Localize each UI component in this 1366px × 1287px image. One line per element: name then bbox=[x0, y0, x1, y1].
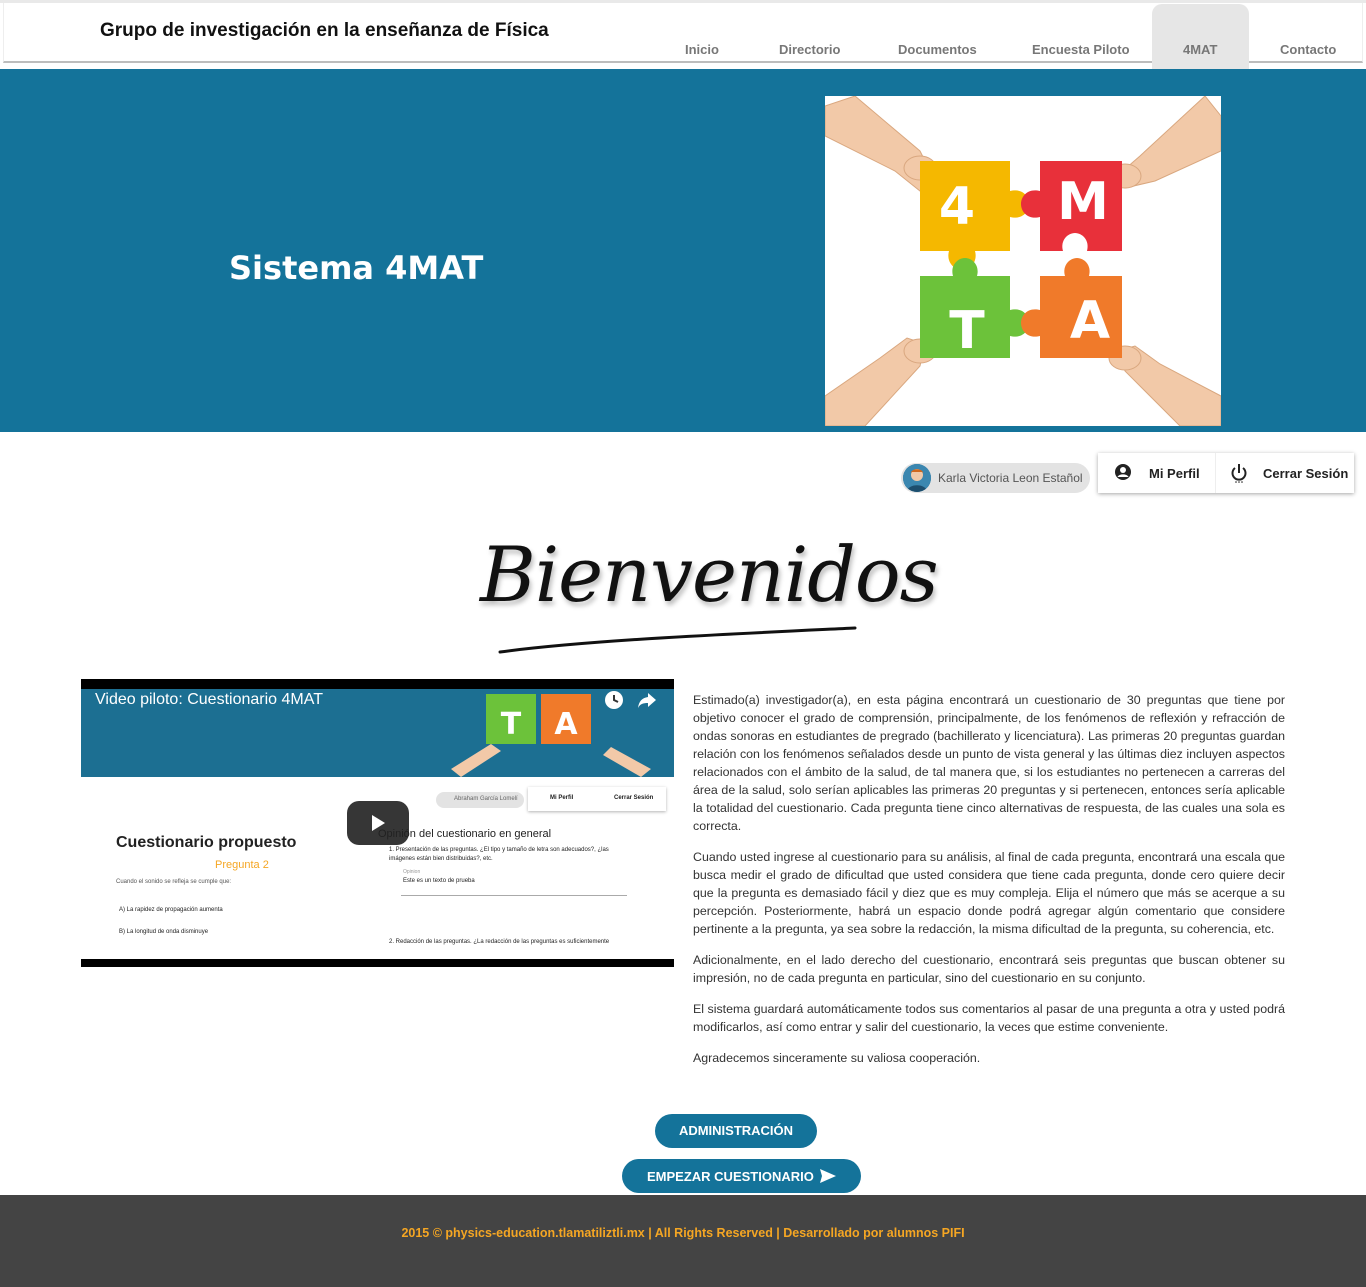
description-paragraph-5: Agradecemos sinceramente su valiosa coop… bbox=[693, 1051, 981, 1065]
nav-item-contacto[interactable]: Contacto bbox=[1280, 42, 1336, 57]
hero-title: Sistema 4MAT bbox=[229, 249, 484, 287]
admin-button[interactable]: ADMINISTRACIÓN bbox=[655, 1114, 817, 1148]
logout-label: Cerrar Sesión bbox=[1263, 466, 1349, 481]
welcome-banner: Bienvenidos bbox=[470, 530, 939, 660]
user-actions: Mi Perfil Cerrar Sesión bbox=[1098, 453, 1354, 493]
hero-banner: Sistema 4MAT 4 M T A bbox=[0, 69, 1366, 432]
watch-later-icon[interactable] bbox=[604, 690, 624, 710]
svg-text:T: T bbox=[501, 707, 522, 742]
power-icon bbox=[1231, 464, 1247, 483]
thumb-option-a: A) La rapidez de propagación aumenta bbox=[119, 907, 223, 913]
nav-item-directorio[interactable]: Directorio bbox=[779, 42, 840, 57]
avatar bbox=[903, 464, 931, 492]
thumb-option-b: B) La longitud de onda disminuye bbox=[119, 929, 209, 935]
puzzle-letter-a: A bbox=[1070, 291, 1110, 351]
thumb-prompt: Cuando el sonido se refleja se cumple qu… bbox=[116, 879, 232, 885]
user-chip[interactable]: Karla Victoria Leon Estañol bbox=[901, 463, 1090, 493]
account-icon bbox=[1115, 464, 1131, 480]
thumb-opinion-answer: Este es un texto de prueba bbox=[403, 878, 475, 884]
play-icon bbox=[372, 815, 385, 831]
nav-item-encuesta-piloto[interactable]: Encuesta Piloto bbox=[1032, 42, 1130, 57]
logout-button[interactable]: Cerrar Sesión bbox=[1215, 453, 1354, 493]
description-paragraph-3: Adicionalmente, en el lado derecho del c… bbox=[693, 953, 1285, 985]
thumb-user-chip: Abraham García Lomelí bbox=[436, 792, 524, 808]
svg-text:A: A bbox=[554, 707, 578, 742]
site-header: Grupo de investigación en la enseñanza d… bbox=[0, 0, 1366, 96]
thumb-opinion-hint: Opinion bbox=[403, 869, 421, 875]
puzzle-letter-m: M bbox=[1057, 172, 1109, 232]
start-questionnaire-button[interactable]: EMPEZAR CUESTIONARIO bbox=[622, 1159, 861, 1193]
description: Estimado(a) investigador(a), en esta pág… bbox=[693, 691, 1285, 1080]
thumb-opinion-q1: 1. Presentación de las preguntas. ¿El ti… bbox=[389, 847, 609, 862]
thumb-question: Pregunta 2 bbox=[215, 859, 269, 871]
profile-button[interactable]: Mi Perfil bbox=[1098, 453, 1215, 493]
description-paragraph-4: El sistema guardará automáticamente todo… bbox=[693, 1002, 1285, 1034]
video-player[interactable]: T A Abraham García Lomelí Mi Perfil Cerr… bbox=[81, 679, 674, 967]
site-footer: 2015 © physics-education.tlamatiliztli.m… bbox=[0, 1195, 1366, 1287]
thumb-profile: Mi Perfil bbox=[550, 795, 574, 801]
play-button[interactable] bbox=[347, 801, 409, 845]
profile-label: Mi Perfil bbox=[1149, 466, 1200, 481]
video-title[interactable]: Video piloto: Cuestionario 4MAT bbox=[95, 691, 323, 709]
puzzle-letter-4: 4 bbox=[939, 177, 975, 237]
welcome-swash bbox=[498, 626, 857, 654]
nav-item-documentos[interactable]: Documentos bbox=[898, 42, 977, 57]
puzzle-hands-image: 4 M T A bbox=[825, 96, 1221, 426]
nav-item-inicio[interactable]: Inicio bbox=[685, 42, 719, 57]
user-name: Karla Victoria Leon Estañol bbox=[938, 471, 1083, 485]
puzzle-letter-t: T bbox=[949, 301, 985, 361]
thumb-logout: Cerrar Sesión bbox=[614, 795, 654, 801]
thumb-user-name: Abraham García Lomelí bbox=[454, 796, 518, 802]
share-icon[interactable] bbox=[637, 690, 657, 710]
thumb-user-actions: Mi Perfil Cerrar Sesión bbox=[528, 787, 666, 811]
send-icon bbox=[820, 1169, 836, 1183]
site-title: Grupo de investigación en la enseñanza d… bbox=[100, 20, 549, 41]
thumb-answer-line bbox=[401, 895, 627, 896]
start-questionnaire-label: EMPEZAR CUESTIONARIO bbox=[647, 1169, 814, 1184]
thumb-opinion-q2: 2. Redacción de las preguntas. ¿La redac… bbox=[389, 939, 610, 945]
footer-text: 2015 © physics-education.tlamatiliztli.m… bbox=[401, 1226, 965, 1240]
description-paragraph-2: Cuando usted ingrese al cuestionario par… bbox=[693, 850, 1285, 936]
nav-item-4mat[interactable]: 4MAT bbox=[1183, 42, 1217, 57]
description-paragraph-1: Estimado(a) investigador(a), en esta pág… bbox=[693, 693, 1285, 833]
thumb-heading: Cuestionario propuesto bbox=[116, 834, 297, 851]
